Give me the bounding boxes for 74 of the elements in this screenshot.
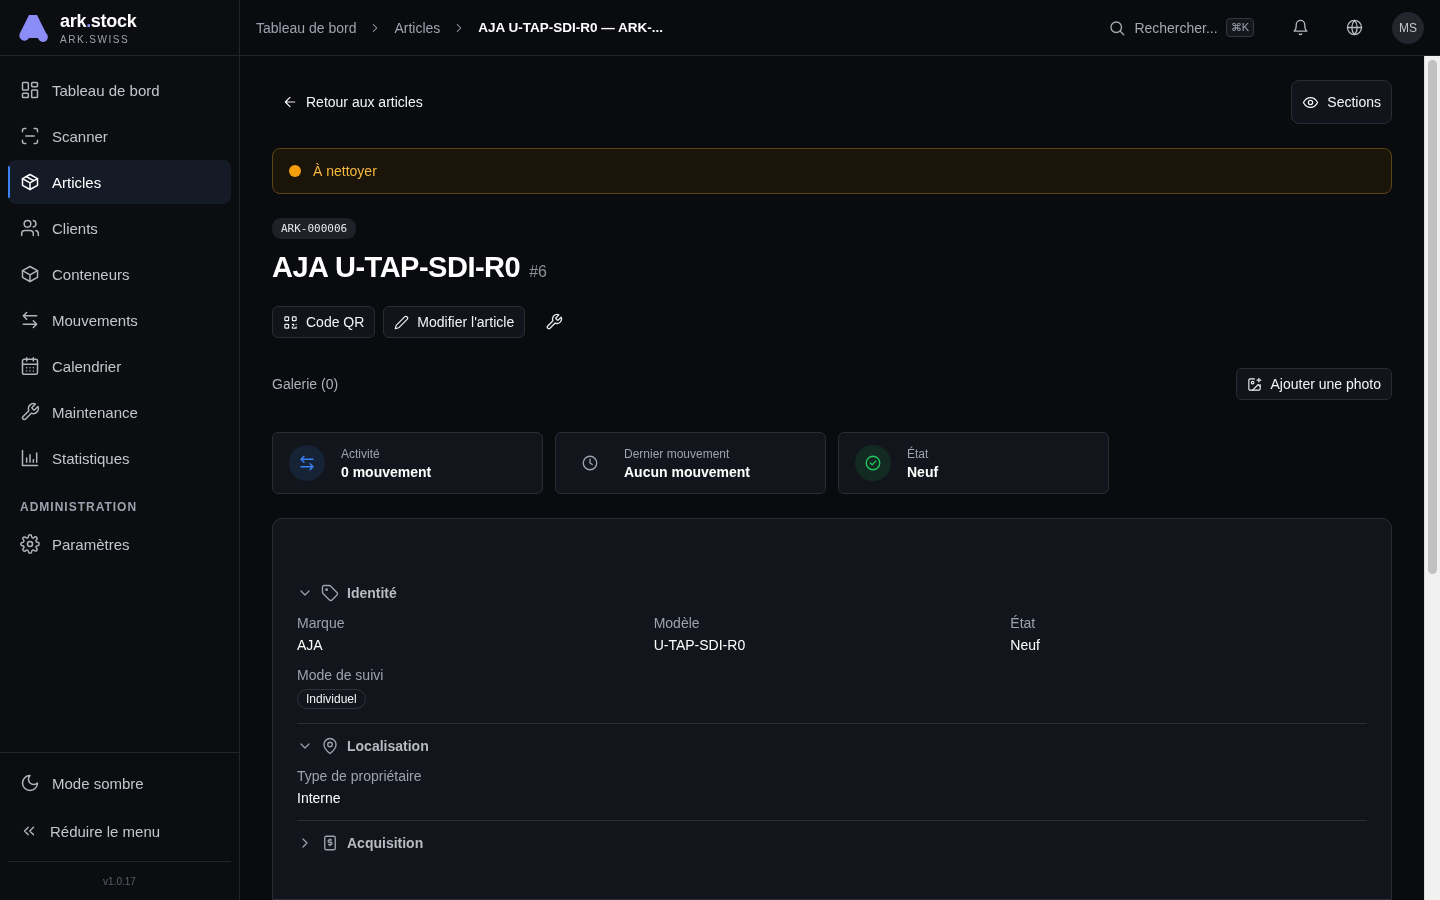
collapse-menu-button[interactable]: Réduire le menu xyxy=(8,809,231,853)
dashboard-icon xyxy=(20,80,40,100)
breadcrumb-link[interactable]: AJA U-TAP-SDI-R0 — ARK-... xyxy=(478,20,664,35)
sections-button[interactable]: Sections xyxy=(1291,80,1392,124)
qr-code-icon xyxy=(283,314,298,330)
field-label: Modèle xyxy=(653,615,700,631)
version-label: v1.0.17 xyxy=(103,876,136,887)
field-value: U-TAP-SDI-R0 xyxy=(653,637,746,653)
field-value: Interne xyxy=(297,790,341,806)
users-icon xyxy=(20,218,40,238)
item-code: ARK-000006 xyxy=(272,218,357,239)
nav-item[interactable]: Statistiques xyxy=(8,436,231,480)
maintenance-button[interactable] xyxy=(545,313,564,331)
breadcrumb-link[interactable]: Articles xyxy=(394,19,441,36)
wrench-icon xyxy=(20,402,40,422)
section-heading: ADMINISTRATION xyxy=(19,499,139,516)
arrow-left-icon xyxy=(282,94,298,110)
field-value: AJA xyxy=(297,637,323,653)
nav-item[interactable]: Articles xyxy=(8,160,231,204)
user-avatar[interactable]: MS xyxy=(1392,11,1424,44)
search-button[interactable]: Rechercher... ⌘K xyxy=(1100,18,1262,37)
nav-item[interactable]: Calendrier xyxy=(8,344,231,388)
wrench-icon xyxy=(545,313,564,331)
nav-item[interactable]: Mouvements xyxy=(8,298,231,342)
scrollbar[interactable] xyxy=(1424,56,1440,900)
globe-icon xyxy=(1345,19,1363,36)
breadcrumb-link[interactable]: Tableau de bord xyxy=(256,19,357,36)
arrows-icon xyxy=(20,310,40,330)
nav-item[interactable]: Conteneurs xyxy=(8,252,231,296)
add-photo-button[interactable]: Ajouter une photo xyxy=(1236,368,1392,400)
stat-value: 0 mouvement xyxy=(341,463,432,480)
brand-name: ark.stock xyxy=(60,10,137,32)
stat-value: Aucun mouvement xyxy=(624,463,750,480)
field-label: Type de propriétaire xyxy=(297,768,422,784)
section-header[interactable]: Localisation xyxy=(297,730,429,762)
field-label: Mode de suivi xyxy=(297,667,384,683)
logo-icon xyxy=(16,12,50,43)
field-label: État xyxy=(1010,615,1036,631)
nav-item[interactable]: Clients xyxy=(8,206,231,250)
location-pin-icon xyxy=(321,737,339,755)
tag-icon xyxy=(321,584,339,602)
pencil-icon xyxy=(394,314,410,330)
nav-item[interactable]: Paramètres xyxy=(8,522,231,566)
edit-button[interactable]: Modifier l'article xyxy=(383,306,526,338)
stat-label: État xyxy=(907,446,930,461)
nav-item[interactable]: Tableau de bord xyxy=(8,68,231,112)
status-label: À nettoyer xyxy=(313,163,377,179)
stat-value: Neuf xyxy=(907,463,939,480)
back-link[interactable]: Retour aux articles xyxy=(272,80,435,124)
item-title: AJA U-TAP-SDI-R0 xyxy=(272,251,521,284)
qr-code-button[interactable]: Code QR xyxy=(272,306,376,338)
section-header[interactable]: Acquisition xyxy=(297,827,424,859)
brand-subtitle: ARK.SWISS xyxy=(60,33,131,45)
field-value: Neuf xyxy=(1010,637,1040,653)
section-header[interactable]: Identité xyxy=(297,577,397,609)
field-label: Marque xyxy=(297,615,345,631)
stat-label: Activité xyxy=(341,446,381,461)
gallery-title: Galerie (0) xyxy=(272,376,339,392)
stat-label: Dernier mouvement xyxy=(624,446,731,461)
image-plus-icon xyxy=(1247,376,1263,392)
bell-icon xyxy=(1291,19,1309,36)
dark-mode-toggle[interactable]: Mode sombre xyxy=(8,761,231,805)
nav-item[interactable]: Maintenance xyxy=(8,390,231,434)
bar-chart-icon xyxy=(20,448,40,468)
receipt-icon xyxy=(321,834,339,852)
nav-item[interactable]: Scanner xyxy=(8,114,231,158)
calendar-icon xyxy=(20,356,40,376)
moon-icon xyxy=(20,773,40,793)
settings-icon xyxy=(20,534,40,554)
package-icon xyxy=(20,172,40,192)
scan-icon xyxy=(20,126,40,146)
item-number: #6 xyxy=(529,263,547,281)
box-icon xyxy=(20,264,40,284)
search-icon xyxy=(1108,18,1127,37)
